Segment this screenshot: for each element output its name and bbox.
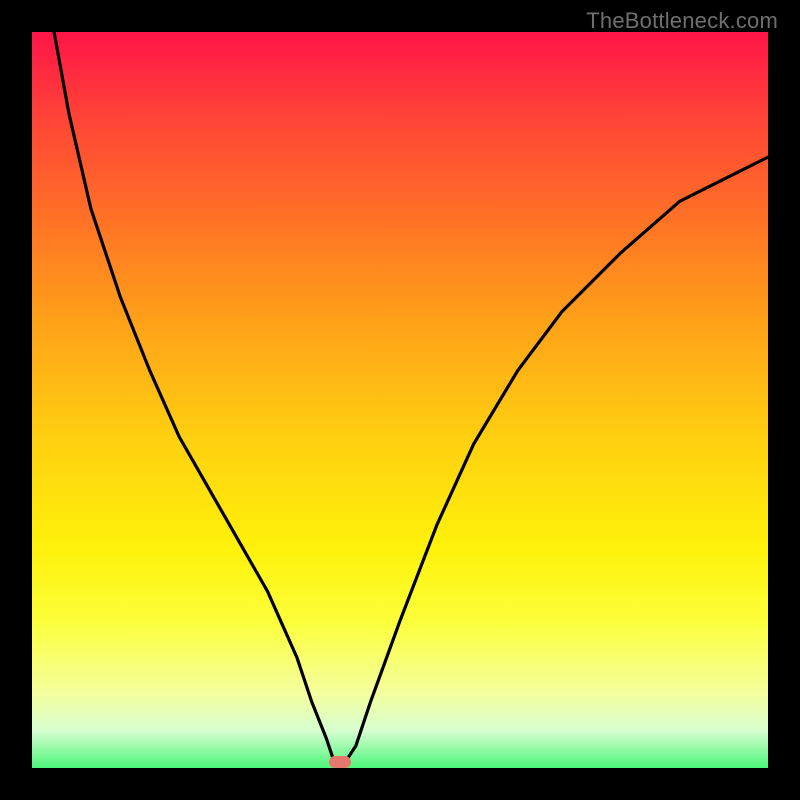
- plot-background: [32, 32, 768, 768]
- chart-frame: TheBottleneck.com: [0, 0, 800, 800]
- watermark-text: TheBottleneck.com: [586, 8, 778, 34]
- optimal-marker: [329, 756, 351, 768]
